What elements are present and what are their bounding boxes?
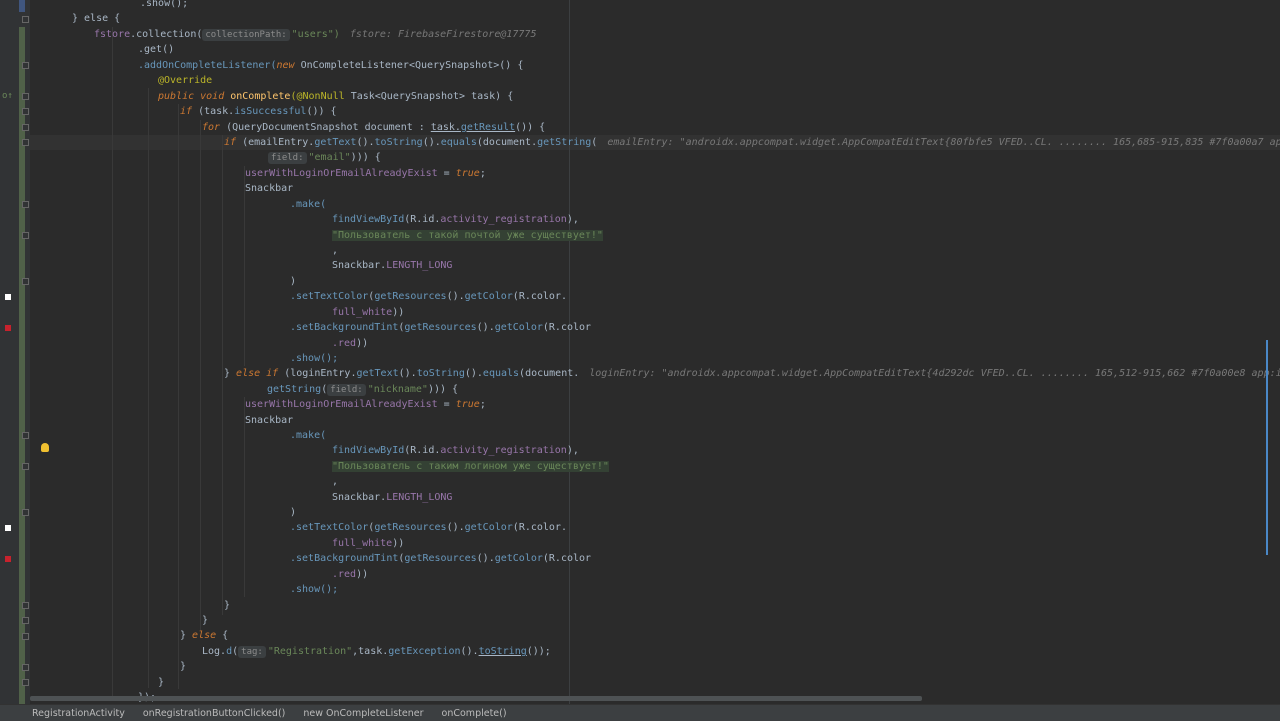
fold-marker[interactable]	[22, 432, 29, 439]
code-line[interactable]: .make(	[290, 197, 326, 212]
fold-marker[interactable]	[22, 124, 29, 131]
fold-marker[interactable]	[22, 463, 29, 470]
code-line[interactable]: findViewById(R.id.activity_registration)…	[332, 443, 579, 458]
parameter-hint: tag:	[238, 646, 266, 658]
fold-marker[interactable]	[22, 93, 29, 100]
code-line[interactable]: } else {	[72, 11, 120, 26]
fold-marker[interactable]	[22, 108, 29, 115]
vcs-modified-marker[interactable]	[19, 0, 25, 12]
debug-inline-value: loginEntry: "androidx.appcompat.widget.A…	[589, 368, 1280, 379]
indent-guide	[148, 88, 149, 688]
code-line[interactable]: full_white))	[332, 536, 404, 551]
breadcrumb-item-class[interactable]: RegistrationActivity	[0, 708, 134, 719]
code-line[interactable]: getString(field: "nickname"))) {	[267, 382, 458, 397]
fold-marker[interactable]	[22, 278, 29, 285]
fold-marker[interactable]	[22, 602, 29, 609]
code-line[interactable]: for (QueryDocumentSnapshot document : ta…	[202, 120, 545, 135]
code-line[interactable]: field: "email"))) {	[268, 150, 381, 165]
code-line[interactable]: full_white))	[332, 305, 404, 320]
override-gutter-icon[interactable]: o↑	[2, 91, 13, 101]
code-line[interactable]: } else {	[180, 628, 228, 643]
code-line[interactable]: ,	[332, 243, 338, 258]
code-line[interactable]: )	[290, 274, 296, 289]
indent-guide	[200, 120, 201, 630]
indent-guide	[178, 104, 179, 689]
fold-marker[interactable]	[22, 617, 29, 624]
code-line[interactable]: .make(	[290, 428, 326, 443]
code-area[interactable]: .show(); } else { fstore.collection(coll…	[30, 0, 1280, 704]
fold-marker[interactable]	[22, 679, 29, 686]
fold-marker[interactable]	[22, 139, 29, 146]
code-line[interactable]: "Пользователь с таким логином уже сущест…	[332, 459, 609, 474]
code-line[interactable]: "Пользователь с такой почтой уже существ…	[332, 228, 603, 243]
red-marker-icon	[5, 556, 11, 562]
fold-marker[interactable]	[22, 16, 29, 23]
code-line[interactable]: .show();	[290, 582, 338, 597]
code-line[interactable]: Snackbar.LENGTH_LONG	[332, 258, 452, 273]
code-line[interactable]: .setBackgroundTint(getResources().getCol…	[290, 551, 591, 566]
code-line[interactable]: }	[180, 659, 186, 674]
caret-position-marker	[1266, 340, 1268, 555]
code-line[interactable]: findViewById(R.id.activity_registration)…	[332, 212, 579, 227]
breadcrumb-item-method[interactable]: onRegistrationButtonClicked()	[134, 708, 295, 719]
code-line[interactable]: Snackbar	[245, 181, 293, 196]
code-line[interactable]: .red))	[332, 567, 368, 582]
code-editor[interactable]: o↑ .show(); } else { fstore.collection(c…	[0, 0, 1280, 704]
code-line[interactable]: )	[290, 505, 296, 520]
code-line[interactable]: userWithLoginOrEmailAlreadyExist = true;	[245, 397, 486, 412]
horizontal-scrollbar[interactable]	[30, 696, 922, 701]
code-line[interactable]: }	[224, 598, 230, 613]
editor-gutter[interactable]	[0, 0, 30, 704]
breadcrumb: RegistrationActivity onRegistrationButto…	[0, 704, 1280, 721]
indent-guide	[112, 27, 113, 697]
white-marker-icon	[5, 294, 11, 300]
code-line[interactable]: Snackbar	[245, 413, 293, 428]
code-line[interactable]: .show();	[290, 351, 338, 366]
fold-marker[interactable]	[22, 232, 29, 239]
white-marker-icon	[5, 525, 11, 531]
code-line[interactable]: ,	[332, 474, 338, 489]
code-line[interactable]: .setBackgroundTint(getResources().getCol…	[290, 320, 591, 335]
code-line[interactable]: .get()	[138, 42, 174, 57]
code-line[interactable]: } else if (loginEntry.getText().toString…	[224, 366, 1280, 381]
parameter-hint: collectionPath:	[202, 29, 290, 41]
fold-marker[interactable]	[22, 509, 29, 516]
code-line[interactable]: .setTextColor(getResources().getColor(R.…	[290, 520, 567, 535]
code-line[interactable]: .red))	[332, 336, 368, 351]
code-line[interactable]: if (task.isSuccessful()) {	[180, 104, 337, 119]
code-line[interactable]: if (emailEntry.getText().toString().equa…	[224, 135, 1280, 150]
indent-guide	[222, 135, 223, 615]
fold-marker[interactable]	[22, 633, 29, 640]
vertical-scrollbar[interactable]	[1266, 0, 1280, 704]
red-marker-icon	[5, 325, 11, 331]
code-line[interactable]: }	[158, 675, 164, 690]
code-line[interactable]: .addOnCompleteListener(new OnCompleteLis…	[138, 58, 523, 73]
code-line[interactable]: Log.d(tag: "Registration",task.getExcepti…	[202, 644, 551, 659]
fold-marker[interactable]	[22, 62, 29, 69]
fold-marker[interactable]	[22, 201, 29, 208]
code-line[interactable]: fstore.collection(collectionPath: "users"…	[94, 27, 536, 42]
breadcrumb-item-listener[interactable]: new OnCompleteListener	[294, 708, 432, 719]
code-line[interactable]: .show();	[140, 0, 188, 11]
debug-inline-value: emailEntry: "androidx.appcompat.widget.A…	[607, 137, 1280, 148]
code-line[interactable]: Snackbar.LENGTH_LONG	[332, 490, 452, 505]
parameter-hint: field:	[268, 152, 307, 164]
parameter-hint: field:	[327, 384, 366, 396]
code-line[interactable]: @Override	[158, 73, 212, 88]
code-line[interactable]: .setTextColor(getResources().getColor(R.…	[290, 289, 567, 304]
code-line[interactable]: public void onComplete(@NonNull Task<Que…	[158, 89, 513, 104]
code-line[interactable]: userWithLoginOrEmailAlreadyExist = true;	[245, 166, 486, 181]
fold-marker[interactable]	[22, 664, 29, 671]
breadcrumb-item-oncomplete[interactable]: onComplete()	[433, 708, 516, 719]
code-line[interactable]: }	[202, 613, 208, 628]
debug-inline-value: fstore: FirebaseFirestore@17775	[349, 29, 537, 40]
